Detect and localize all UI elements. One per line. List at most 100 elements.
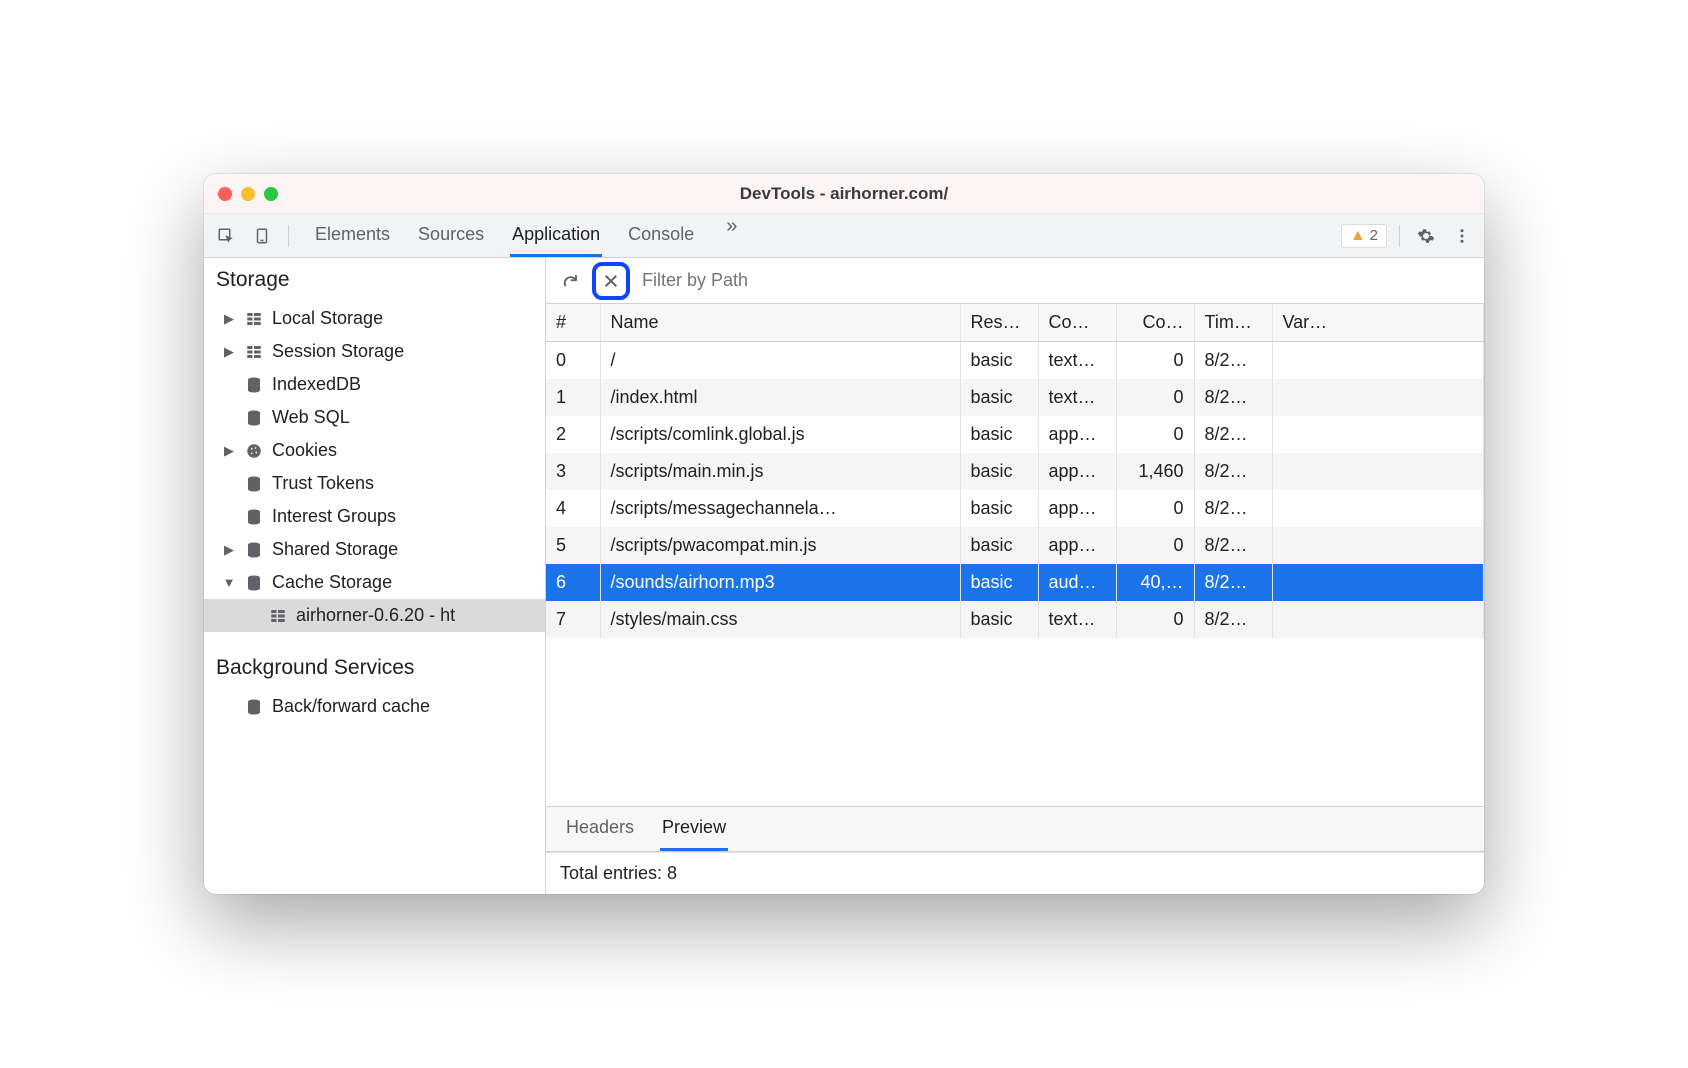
- kebab-menu-icon[interactable]: [1448, 222, 1476, 250]
- sidebar-item-label: Web SQL: [272, 407, 350, 428]
- tab-console[interactable]: Console: [626, 215, 696, 257]
- table-cell: 0: [1116, 601, 1194, 638]
- sidebar-item-back-forward-cache[interactable]: Back/forward cache: [204, 690, 545, 723]
- clear-icon[interactable]: [597, 267, 625, 295]
- db-icon: [244, 376, 264, 394]
- refresh-icon[interactable]: [554, 265, 586, 297]
- table-cell: basic: [960, 601, 1038, 638]
- table-cell: 0: [1116, 490, 1194, 527]
- column-header[interactable]: Co…: [1116, 304, 1194, 342]
- settings-icon[interactable]: [1412, 222, 1440, 250]
- table-cell: basic: [960, 527, 1038, 564]
- table-cell: 0: [1116, 416, 1194, 453]
- clear-highlight: [592, 262, 630, 300]
- cache-entry[interactable]: airhorner-0.6.20 - ht: [204, 599, 545, 632]
- column-header[interactable]: Co…: [1038, 304, 1116, 342]
- table-cell: text…: [1038, 601, 1116, 638]
- detail-tab-headers[interactable]: Headers: [564, 807, 636, 851]
- sidebar-item-label: Trust Tokens: [272, 473, 374, 494]
- sidebar-item-indexeddb[interactable]: IndexedDB: [204, 368, 545, 401]
- column-header[interactable]: Res…: [960, 304, 1038, 342]
- sidebar-item-interest-groups[interactable]: Interest Groups: [204, 500, 545, 533]
- table-cell: 8/2…: [1194, 527, 1272, 564]
- table-cell: 1,460: [1116, 453, 1194, 490]
- table-row[interactable]: 2/scripts/comlink.global.jsbasicapp…08/2…: [546, 416, 1484, 453]
- sidebar-item-trust-tokens[interactable]: Trust Tokens: [204, 467, 545, 500]
- column-header[interactable]: Var…: [1272, 304, 1484, 342]
- sidebar-item-cookies[interactable]: ▶ Cookies: [204, 434, 545, 467]
- table-cell: 8/2…: [1194, 416, 1272, 453]
- table-cell: 1: [546, 379, 600, 416]
- table-cell: 40,…: [1116, 564, 1194, 601]
- total-entries: Total entries: 8: [546, 852, 1484, 894]
- table-cell: [1272, 564, 1484, 601]
- sidebar-item-label: Shared Storage: [272, 539, 398, 560]
- application-sidebar: Storage ▶Local Storage▶Session StorageIn…: [204, 258, 546, 894]
- tab-sources[interactable]: Sources: [416, 215, 486, 257]
- device-toggle-icon[interactable]: [248, 222, 276, 250]
- expand-arrow-icon: ▶: [222, 344, 236, 360]
- table-row[interactable]: 3/scripts/main.min.jsbasicapp…1,4608/2…: [546, 453, 1484, 490]
- column-header[interactable]: Tim…: [1194, 304, 1272, 342]
- table-row[interactable]: 0/basictext…08/2…: [546, 342, 1484, 380]
- sidebar-item-cache-storage[interactable]: ▼Cache Storage: [204, 566, 545, 599]
- table-cell: 8/2…: [1194, 342, 1272, 380]
- sidebar-item-label: Local Storage: [272, 308, 383, 329]
- table-cell: basic: [960, 416, 1038, 453]
- table-cell: [1272, 342, 1484, 380]
- table-cell: 4: [546, 490, 600, 527]
- table-cell: /: [600, 342, 960, 380]
- tab-elements[interactable]: Elements: [313, 215, 392, 257]
- table-row[interactable]: 1/index.htmlbasictext…08/2…: [546, 379, 1484, 416]
- sidebar-item-label: Interest Groups: [272, 506, 396, 527]
- grid-icon: [244, 310, 264, 328]
- table-cell: 8/2…: [1194, 379, 1272, 416]
- table-cell: basic: [960, 379, 1038, 416]
- expand-arrow-icon: ▶: [222, 443, 236, 459]
- sidebar-item-label: Cache Storage: [272, 572, 392, 593]
- detail-tab-preview[interactable]: Preview: [660, 807, 728, 851]
- sidebar-item-label: Cookies: [272, 440, 337, 461]
- sidebar-item-web-sql[interactable]: Web SQL: [204, 401, 545, 434]
- more-tabs-button[interactable]: »: [720, 215, 743, 257]
- sidebar-item-label: Session Storage: [272, 341, 404, 362]
- db-icon: [244, 475, 264, 493]
- table-cell: /styles/main.css: [600, 601, 960, 638]
- table-cell: app…: [1038, 490, 1116, 527]
- filter-toolbar: [546, 258, 1484, 304]
- table-cell: /sounds/airhorn.mp3: [600, 564, 960, 601]
- table-cell: basic: [960, 342, 1038, 380]
- cache-entry-label: airhorner-0.6.20 - ht: [296, 605, 455, 626]
- db-icon: [244, 409, 264, 427]
- table-cell: 7: [546, 601, 600, 638]
- filter-input[interactable]: [636, 265, 1476, 297]
- table-cell: 8/2…: [1194, 601, 1272, 638]
- warnings-badge[interactable]: ▲ 2: [1341, 224, 1387, 248]
- table-cell: 0: [1116, 379, 1194, 416]
- table-cell: 5: [546, 527, 600, 564]
- table-cell: 8/2…: [1194, 453, 1272, 490]
- window-title: DevTools - airhorner.com/: [204, 184, 1484, 204]
- cache-table[interactable]: #NameRes…Co…Co…Tim…Var… 0/basictext…08/2…: [546, 304, 1484, 806]
- tab-application[interactable]: Application: [510, 215, 602, 257]
- expand-arrow-icon: ▶: [222, 542, 236, 558]
- grid-icon: [244, 343, 264, 361]
- table-cell: 8/2…: [1194, 490, 1272, 527]
- panel-toolbar: Elements Sources Application Console » ▲…: [204, 214, 1484, 258]
- table-row[interactable]: 7/styles/main.cssbasictext…08/2…: [546, 601, 1484, 638]
- sidebar-item-shared-storage[interactable]: ▶ Shared Storage: [204, 533, 545, 566]
- table-cell: [1272, 416, 1484, 453]
- inspect-element-icon[interactable]: [212, 222, 240, 250]
- sidebar-item-local-storage[interactable]: ▶Local Storage: [204, 302, 545, 335]
- table-row[interactable]: 4/scripts/messagechannela…basicapp…08/2…: [546, 490, 1484, 527]
- column-header[interactable]: Name: [600, 304, 960, 342]
- table-row[interactable]: 6/sounds/airhorn.mp3basicaud…40,…8/2…: [546, 564, 1484, 601]
- column-header[interactable]: #: [546, 304, 600, 342]
- table-cell: app…: [1038, 416, 1116, 453]
- table-cell: 6: [546, 564, 600, 601]
- sidebar-item-session-storage[interactable]: ▶ Session Storage: [204, 335, 545, 368]
- table-cell: [1272, 527, 1484, 564]
- cookie-icon: [244, 442, 264, 460]
- table-cell: basic: [960, 490, 1038, 527]
- table-row[interactable]: 5/scripts/pwacompat.min.jsbasicapp…08/2…: [546, 527, 1484, 564]
